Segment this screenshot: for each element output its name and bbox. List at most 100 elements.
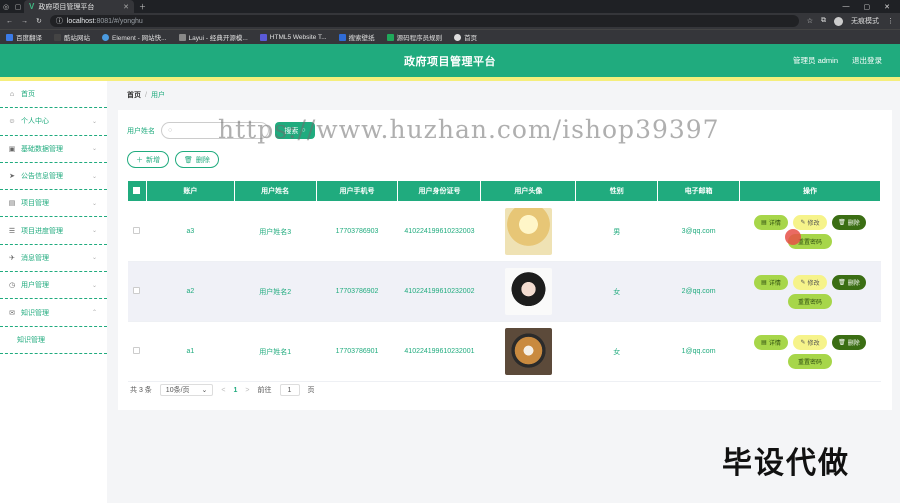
row-delete-button[interactable]: 🗑 删除 — [832, 214, 866, 230]
breadcrumb-home[interactable]: 首页 — [127, 90, 141, 100]
new-tab-icon[interactable]: ＋ — [139, 2, 146, 12]
cell-email: 1@qq.com — [657, 321, 740, 382]
bookmark-item[interactable]: Element - 网站快... — [102, 32, 167, 42]
bookmark-icon — [454, 33, 462, 41]
trash-icon: 🗑 — [838, 339, 846, 346]
list-icon: ☰ — [8, 227, 16, 235]
detail-button[interactable]: ▤ 详情 — [754, 214, 788, 230]
maximize-icon[interactable]: ▢ — [864, 3, 871, 11]
prev-page-button[interactable]: < — [221, 387, 225, 394]
extensions-icon[interactable]: ⧉ — [821, 17, 826, 25]
detail-button[interactable]: ▤ 详情 — [754, 334, 788, 350]
cell-account: a3 — [146, 201, 235, 262]
browser-menu-icon[interactable]: ◎ — [0, 3, 12, 11]
overlay-caption: 毕设代做 — [722, 447, 850, 480]
row-delete-button[interactable]: 🗑 删除 — [832, 334, 866, 350]
table-header-row: 账户 用户姓名 用户手机号 用户身份证号 用户头像 性别 电子邮箱 操作 — [127, 180, 881, 202]
chevron-down-icon: ⌄ — [91, 282, 97, 289]
column-header: 电子邮箱 — [657, 180, 740, 202]
profile-avatar[interactable] — [834, 16, 843, 26]
reset-password-button[interactable]: 重置密码 — [788, 353, 832, 369]
sidebar-item-notice[interactable]: ➤ 公告信息管理 ⌄ — [0, 163, 107, 191]
row-actions: ▤ 详情 ✎ 修改 🗑 删除 重置密码 — [740, 214, 881, 249]
sidebar-item-profile[interactable]: ☺ 个人中心 ⌄ — [0, 108, 107, 136]
bookmark-icon — [259, 33, 267, 41]
row-checkbox[interactable] — [133, 287, 141, 294]
bookmark-item[interactable]: HTML5 Website T... — [259, 33, 327, 41]
cell-idcard: 410224199610232001 — [397, 321, 481, 382]
bookmark-item[interactable]: 搜索壁纸 — [338, 32, 375, 42]
minimize-icon[interactable]: — — [843, 3, 850, 11]
forward-icon[interactable]: → — [21, 18, 28, 25]
browser-more-icon[interactable]: ⋮ — [887, 17, 894, 25]
back-icon[interactable]: ← — [6, 18, 13, 25]
table-row: a1 用户姓名1 17703786901 410224199610232001 … — [127, 321, 881, 382]
star-icon[interactable]: ☆ — [807, 17, 813, 25]
search-icon: ○ — [168, 127, 173, 134]
url-path: :8081/#/yonghu — [94, 17, 143, 25]
bookmark-item[interactable]: 源码程序员规则 — [386, 32, 442, 42]
user-avatar — [504, 328, 552, 375]
row-actions: ▤ 详情 ✎ 修改 🗑 删除 重置密码 — [740, 274, 881, 309]
reset-password-button[interactable]: 重置密码 — [788, 293, 832, 309]
url-host: localhost — [66, 17, 95, 25]
select-all-checkbox[interactable] — [127, 180, 147, 202]
tab-list-icon[interactable]: ▢ — [12, 3, 24, 11]
sidebar-item-base-data[interactable]: ▣ 基础数据管理 ⌄ — [0, 136, 107, 163]
bookmark-icon — [102, 33, 109, 41]
trash-icon: 🗑 — [184, 156, 193, 164]
edit-button[interactable]: ✎ 修改 — [793, 214, 827, 230]
row-checkbox[interactable] — [133, 347, 141, 354]
app-header: 政府项目管理平台 管理员 admin 退出登录 — [0, 44, 900, 77]
edit-button[interactable]: ✎ 修改 — [793, 334, 827, 350]
column-header: 用户姓名 — [233, 180, 317, 202]
sidebar-item-project[interactable]: ▤ 项目管理 ⌄ — [0, 190, 107, 218]
sidebar-item-users[interactable]: ◷ 用户管理 ⌄ — [0, 272, 107, 300]
sidebar-item-home[interactable]: ⌂ 首页 — [0, 81, 107, 109]
sidebar-item-progress[interactable]: ☰ 项目进度管理 ⌄ — [0, 217, 107, 245]
add-button-label: 新增 — [146, 156, 160, 164]
doc-icon: ▤ — [8, 200, 16, 208]
user-avatar — [504, 268, 552, 315]
cell-phone: 17703786901 — [316, 321, 398, 382]
add-button[interactable]: ＋ 新增 — [127, 151, 169, 168]
bookmark-item[interactable]: Layui - 经典开源模... — [178, 32, 248, 42]
page-number[interactable]: 1 — [234, 387, 238, 394]
sidebar-item-label: 项目进度管理 — [21, 227, 63, 235]
bookmark-item[interactable]: 首页 — [454, 32, 477, 42]
window-close-icon[interactable]: ✕ — [884, 3, 890, 11]
sidebar-item-message[interactable]: ✈ 消息管理 ⌄ — [0, 245, 107, 273]
delete-button-label: 删除 — [195, 156, 210, 164]
browser-tab[interactable]: V 政府项目管理平台 ✕ — [24, 0, 134, 13]
chevron-down-icon: ⌄ — [201, 387, 208, 394]
chevron-down-icon: ⌄ — [91, 118, 97, 125]
bookmark-item[interactable]: 酷站网站 — [54, 32, 90, 42]
sidebar-subitem-knowledge[interactable]: 知识管理 — [0, 327, 107, 354]
row-checkbox[interactable] — [133, 227, 141, 234]
chevron-down-icon: ⌄ — [91, 255, 97, 262]
breadcrumb-separator: / — [145, 91, 147, 99]
app-title: 政府项目管理平台 — [404, 55, 496, 68]
detail-button[interactable]: ▤ 详情 — [754, 274, 788, 290]
sidebar-item-label: 项目管理 — [21, 200, 49, 208]
logout-link[interactable]: 退出登录 — [852, 55, 882, 66]
bookmark-icon — [386, 33, 394, 41]
profile-label[interactable]: 无痕模式 — [851, 16, 879, 26]
cell-email: 2@qq.com — [657, 261, 740, 322]
goto-page-input[interactable]: 1 — [279, 384, 300, 396]
chevron-down-icon: ⌄ — [91, 200, 97, 207]
next-page-button[interactable]: > — [245, 387, 249, 394]
column-header: 账户 — [145, 180, 235, 202]
edit-button[interactable]: ✎ 修改 — [793, 274, 827, 290]
url-field[interactable]: ⓘ localhost:8081/#/yonghu — [49, 15, 799, 27]
clock-icon: ◷ — [8, 282, 16, 290]
chevron-down-icon: ⌄ — [91, 173, 97, 180]
detail-icon: ▤ — [761, 339, 767, 346]
delete-button[interactable]: 🗑 删除 — [175, 151, 219, 168]
reload-icon[interactable]: ↻ — [36, 17, 42, 25]
bookmark-item[interactable]: 百度翻译 — [6, 32, 42, 42]
sidebar-item-knowledge[interactable]: ✉ 知识管理 ⌃ — [0, 299, 107, 327]
row-delete-button[interactable]: 🗑 删除 — [832, 274, 866, 290]
page-size-select[interactable]: 10条/页 ⌄ — [159, 384, 214, 396]
tab-close-icon[interactable]: ✕ — [123, 3, 129, 11]
